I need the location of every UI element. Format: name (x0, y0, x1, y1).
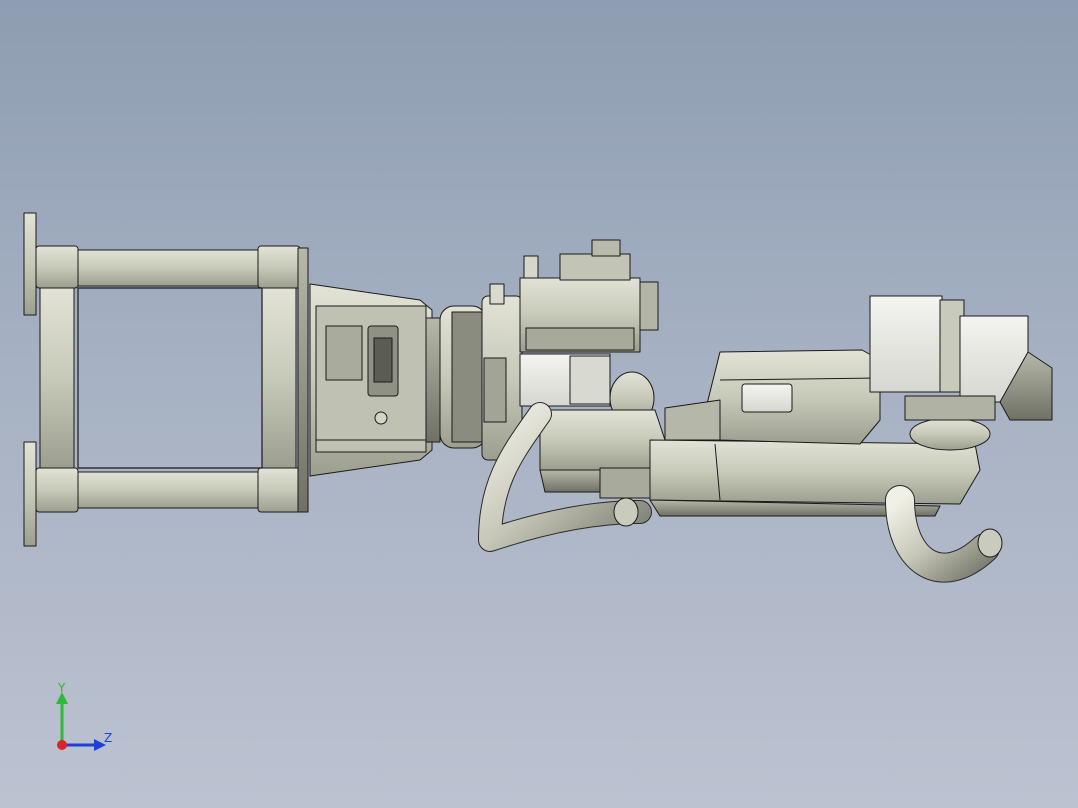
hose-coupler (613, 497, 639, 527)
hose-end-cap (977, 528, 1003, 558)
axis-triad: Y Z (56, 681, 112, 751)
robot-arm-model[interactable] (0, 0, 1078, 808)
wrist-end-effector[interactable] (869, 295, 1053, 451)
cad-3d-viewport[interactable]: Y Z (0, 0, 1078, 808)
base-frame[interactable] (23, 212, 309, 547)
z-axis-label: Z (104, 731, 112, 745)
motor-housing[interactable] (309, 283, 441, 477)
rotary-joint-1[interactable] (439, 283, 523, 461)
wrist-motor-block[interactable] (519, 239, 659, 425)
x-axis-origin-icon (57, 740, 67, 750)
y-axis-label: Y (57, 681, 66, 695)
elbow-gearbox[interactable] (539, 409, 666, 499)
